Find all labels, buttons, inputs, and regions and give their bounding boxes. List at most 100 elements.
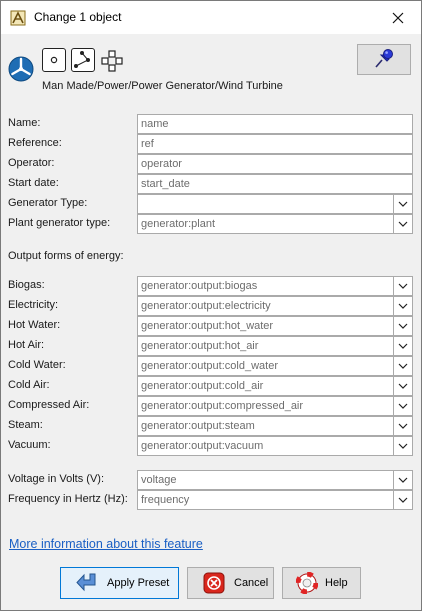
field-name-row: Name: name [1,114,421,134]
output-electricity-label: Electricity: [8,299,59,311]
output-biogas-row: Biogas: generator:output:biogas [1,276,421,296]
cancel-icon [202,571,226,595]
output-biogas-value: generator:output:biogas [141,280,258,292]
pushpin-icon [372,46,396,73]
cancel-button[interactable]: Cancel [187,567,274,599]
chevron-down-icon[interactable] [393,357,412,375]
field-reference-row: Reference: ref [1,134,421,154]
output-steam-value: generator:output:steam [141,420,255,432]
output-hot-water-row: Hot Water: generator:output:hot_water [1,316,421,336]
wind-turbine-icon [8,56,34,82]
output-hot-air-row: Hot Air: generator:output:hot_air [1,336,421,356]
field-voltage-in-volts-v-combo[interactable]: voltage [137,470,413,490]
output-hot-water-label: Hot Water: [8,319,61,331]
output-cold-air-value: generator:output:cold_air [141,380,264,392]
output-hot-water-value: generator:output:hot_water [141,320,274,332]
title-bar: Change 1 object [1,1,421,34]
output-section-label: Output forms of energy: [8,250,124,262]
output-steam-combo[interactable]: generator:output:steam [137,416,413,436]
field-name-label: Name: [8,117,41,129]
field-plant-generator-type-combo[interactable]: generator:plant [137,214,413,234]
chevron-down-icon[interactable] [393,377,412,395]
field-operator-row: Operator: operator [1,154,421,174]
output-hot-air-combo[interactable]: generator:output:hot_air [137,336,413,356]
output-cold-water-label: Cold Water: [8,359,66,371]
output-steam-label: Steam: [8,419,43,431]
chevron-down-icon[interactable] [393,277,412,295]
field-reference-input[interactable]: ref [137,134,413,154]
close-icon[interactable] [375,1,421,34]
output-cold-water-row: Cold Water: generator:output:cold_water [1,356,421,376]
chevron-down-icon[interactable] [393,297,412,315]
chevron-down-icon[interactable] [393,317,412,335]
output-cold-air-combo[interactable]: generator:output:cold_air [137,376,413,396]
relation-type-icon [100,49,124,73]
output-compressed-air-combo[interactable]: generator:output:compressed_air [137,396,413,416]
field-start-date-input[interactable]: start_date [137,174,413,194]
output-cold-air-row: Cold Air: generator:output:cold_air [1,376,421,396]
chevron-down-icon[interactable] [393,491,412,509]
field-operator-value: operator [141,158,182,170]
chevron-down-icon[interactable] [393,397,412,415]
field-voltage-in-volts-v-value: voltage [141,474,177,486]
field-start-date-value: start_date [141,178,190,190]
chevron-down-icon[interactable] [393,471,412,489]
field-generator-type-combo[interactable] [137,194,413,214]
node-type-icon [42,48,66,72]
output-electricity-combo[interactable]: generator:output:electricity [137,296,413,316]
field-frequency-in-hertz-hz-label: Frequency in Hertz (Hz): [8,493,128,505]
help-button[interactable]: Help [282,567,361,599]
field-operator-input[interactable]: operator [137,154,413,174]
field-plant-generator-type-row: Plant generator type: generator:plant [1,214,421,234]
field-reference-value: ref [141,138,154,150]
field-voltage-in-volts-v-label: Voltage in Volts (V): [8,473,104,485]
output-vacuum-row: Vacuum: generator:output:vacuum [1,436,421,456]
output-compressed-air-value: generator:output:compressed_air [141,400,304,412]
output-hot-air-value: generator:output:hot_air [141,340,259,352]
field-generator-type-label: Generator Type: [8,197,88,209]
field-frequency-in-hertz-hz-value: frequency [141,494,190,506]
field-name-input[interactable]: name [137,114,413,134]
field-start-date-row: Start date: start_date [1,174,421,194]
output-vacuum-combo[interactable]: generator:output:vacuum [137,436,413,456]
chevron-down-icon[interactable] [393,195,412,213]
field-frequency-in-hertz-hz-row: Frequency in Hertz (Hz): frequency [1,490,421,510]
field-plant-generator-type-label: Plant generator type: [8,217,111,229]
output-vacuum-label: Vacuum: [8,439,51,451]
apply-preset-button[interactable]: Apply Preset [60,567,179,599]
output-hot-air-label: Hot Air: [8,339,45,351]
lifebuoy-icon [295,571,319,595]
field-name-value: name [141,118,169,130]
field-frequency-in-hertz-hz-combo[interactable]: frequency [137,490,413,510]
output-compressed-air-label: Compressed Air: [8,399,90,411]
apply-preset-icon [75,571,99,595]
chevron-down-icon[interactable] [393,437,412,455]
output-biogas-combo[interactable]: generator:output:biogas [137,276,413,296]
help-label: Help [325,577,348,589]
field-plant-generator-type-value: generator:plant [141,218,215,230]
way-type-icon [71,48,95,72]
output-cold-water-value: generator:output:cold_water [141,360,278,372]
more-info-link[interactable]: More information about this feature [9,537,203,551]
pin-toolbar-button[interactable] [357,44,411,75]
josm-app-icon [10,10,26,26]
window-title: Change 1 object [34,10,122,24]
field-start-date-label: Start date: [8,177,59,189]
output-cold-air-label: Cold Air: [8,379,50,391]
output-hot-water-combo[interactable]: generator:output:hot_water [137,316,413,336]
output-steam-row: Steam: generator:output:steam [1,416,421,436]
field-voltage-in-volts-v-row: Voltage in Volts (V): voltage [1,470,421,490]
chevron-down-icon[interactable] [393,215,412,233]
output-biogas-label: Biogas: [8,279,45,291]
output-electricity-row: Electricity: generator:output:electricity [1,296,421,316]
cancel-label: Cancel [234,577,269,589]
output-compressed-air-row: Compressed Air: generator:output:compress… [1,396,421,416]
field-generator-type-row: Generator Type: [1,194,421,214]
output-electricity-value: generator:output:electricity [141,300,271,312]
preset-dialog: Change 1 object Man Made/Power/Power Gen… [0,0,422,611]
field-operator-label: Operator: [8,157,55,169]
apply-preset-label: Apply Preset [107,577,170,589]
chevron-down-icon[interactable] [393,417,412,435]
output-cold-water-combo[interactable]: generator:output:cold_water [137,356,413,376]
chevron-down-icon[interactable] [393,337,412,355]
